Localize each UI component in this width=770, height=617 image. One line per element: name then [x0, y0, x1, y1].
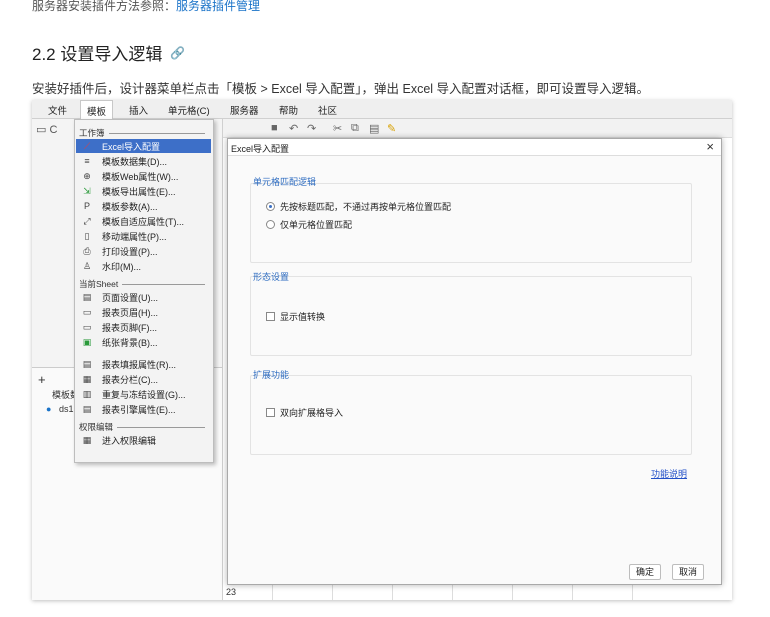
cancel-button[interactable]: 取消	[672, 564, 705, 580]
top-line: 服务器安装插件方法参照：服务器插件管理	[32, 0, 260, 14]
radio-title-then-position[interactable]: 先按标题匹配，不通过再按单元格位置匹配	[266, 200, 451, 213]
top-line-text: 服务器安装插件方法参照：	[32, 0, 177, 13]
menu-template[interactable]: 模板	[80, 100, 114, 120]
radio-button[interactable]	[266, 220, 275, 229]
adapt-icon: ⤢	[83, 216, 91, 226]
checkbox-display-convert[interactable]: 显示值转换	[266, 310, 325, 323]
database-icon: ●	[46, 404, 52, 414]
menu-item-perm-edit[interactable]: ▦ 进入权限编辑	[76, 433, 211, 447]
radio-button[interactable]	[266, 202, 275, 211]
param-icon: P	[83, 201, 90, 211]
radio-position-only[interactable]: 仅单元格位置匹配	[266, 218, 352, 231]
save-icon[interactable]: ■	[271, 122, 278, 134]
undo-icon[interactable]: ↶	[289, 122, 298, 135]
excel-import-dialog: Excel导入配置 × 单元格匹配逻辑 先按标题匹配，不通过再按单元格位置匹配 …	[227, 138, 722, 585]
menu-item-excel-import[interactable]: ⟋ Excel导入配置	[76, 139, 211, 153]
designer-screenshot: 文件 模板 插入 单元格(C) 服务器 帮助 社区 ▭ C + 模板数 ● ds…	[32, 100, 732, 600]
new-icon[interactable]: ▭	[36, 124, 46, 136]
anchor-link-icon[interactable]: 🔗	[170, 46, 185, 60]
checkbox[interactable]	[266, 312, 275, 321]
intro-paragraph: 安装好插件后，设计器菜单栏点击「模板 > Excel 导入配置」，弹出 Exce…	[32, 82, 650, 96]
engine-icon: ▤	[82, 404, 92, 414]
ok-button[interactable]: 确定	[629, 564, 662, 580]
dialog-title: Excel导入配置	[231, 144, 290, 154]
menu-item-web-attr[interactable]: ⊕ 模板Web属性(W)...	[76, 169, 211, 183]
menu-item-engine[interactable]: ▤ 报表引擎属性(E)...	[76, 402, 211, 416]
web-icon: ⊕	[83, 171, 91, 181]
dataset-ds1[interactable]: ds1	[59, 404, 74, 414]
print-icon: ⎙	[83, 246, 91, 256]
menu-item-columns[interactable]: ▦ 报表分栏(C)...	[76, 372, 211, 386]
menu-item-adaptive[interactable]: ⤢ 模板自适应属性(T)...	[76, 214, 211, 228]
header-icon: ▭	[82, 307, 92, 317]
section-heading-text: 2.2 设置导入逻辑	[32, 45, 163, 64]
fill-attr-icon: ▤	[82, 359, 92, 369]
columns-icon: ▦	[82, 374, 92, 384]
menu-item-paper-bg[interactable]: ▣ 纸张背景(B)...	[76, 335, 211, 349]
checkbox-bidirectional-expand[interactable]: 双向扩展格导入	[266, 406, 343, 419]
menu-item-print[interactable]: ⎙ 打印设置(P)...	[76, 244, 211, 258]
close-icon[interactable]: ×	[706, 139, 714, 154]
redo-icon[interactable]: ↷	[307, 122, 316, 135]
menu-help[interactable]: 帮助	[279, 103, 298, 117]
menu-community[interactable]: 社区	[318, 103, 337, 117]
menu-item-watermark[interactable]: ♙ 水印(M)...	[76, 259, 211, 273]
menu-item-dataset[interactable]: ≡ 模板数据集(D)...	[76, 154, 211, 168]
section-workbook: 工作簿	[79, 127, 205, 139]
refresh-icon[interactable]: C	[49, 124, 57, 136]
menu-bar: 文件 模板 插入 单元格(C) 服务器 帮助 社区	[32, 100, 732, 120]
menu-insert[interactable]: 插入	[129, 103, 148, 117]
freeze-icon: ▥	[82, 389, 92, 399]
page-setup-icon: ▤	[82, 292, 92, 302]
format-brush-icon[interactable]: ✎	[387, 122, 396, 135]
menu-cell[interactable]: 单元格(C)	[168, 103, 210, 117]
menu-file[interactable]: 文件	[48, 103, 67, 117]
export-icon: ⇲	[83, 186, 91, 196]
mobile-icon: ▯	[84, 231, 90, 241]
group-extension-title: 扩展功能	[253, 370, 290, 380]
paper-bg-icon: ▣	[82, 337, 92, 347]
help-link[interactable]: 功能说明	[651, 467, 687, 480]
menu-item-fill-attr[interactable]: ▤ 报表填报属性(R)...	[76, 357, 211, 371]
checkbox[interactable]	[266, 408, 275, 417]
cut-icon[interactable]: ✂	[333, 122, 342, 135]
dataset-icon: ≡	[84, 156, 90, 166]
template-menu-dropdown: 工作簿 ⟋ Excel导入配置 ≡ 模板数据集(D)... ⊕ 模板Web属性(W).…	[74, 119, 214, 463]
group-cell-match-title: 单元格匹配逻辑	[253, 177, 317, 187]
watermark-icon: ♙	[82, 261, 92, 271]
copy-icon[interactable]: ⧉	[351, 122, 359, 135]
menu-item-footer[interactable]: ▭ 报表页脚(F)...	[76, 320, 211, 334]
menu-item-mobile[interactable]: ▯ 移动端属性(P)...	[76, 229, 211, 243]
main-toolbar: ■ ↶ ↷ ✂ ⧉ ▤ ✎	[223, 119, 732, 138]
perm-edit-icon: ▦	[82, 435, 92, 445]
paste-icon[interactable]: ▤	[369, 122, 379, 135]
plugin-management-link[interactable]: 服务器插件管理	[176, 0, 260, 13]
menu-item-freeze[interactable]: ▥ 重复与冻结设置(G)...	[76, 387, 211, 401]
left-toolbar: ▭ C	[36, 123, 57, 136]
add-dataset-button[interactable]: +	[38, 372, 46, 387]
footer-icon: ▭	[82, 322, 92, 332]
section-heading: 2.2 设置导入逻辑 🔗	[32, 40, 185, 65]
row-header: 23	[226, 587, 237, 597]
menu-item-page-setup[interactable]: ▤ 页面设置(U)...	[76, 290, 211, 304]
menu-server[interactable]: 服务器	[230, 103, 259, 117]
dialog-titlebar: Excel导入配置 ×	[228, 139, 721, 156]
menu-item-export-attr[interactable]: ⇲ 模板导出属性(E)...	[76, 184, 211, 198]
excel-import-icon: ⟋	[83, 141, 91, 151]
group-form-settings-title: 形态设置	[253, 272, 290, 282]
menu-item-header[interactable]: ▭ 报表页眉(H)...	[76, 305, 211, 319]
menu-item-params[interactable]: P 模板参数(A)...	[76, 199, 211, 213]
section-sheet: 当前Sheet	[79, 278, 205, 290]
section-permission: 权限编辑	[79, 421, 205, 433]
